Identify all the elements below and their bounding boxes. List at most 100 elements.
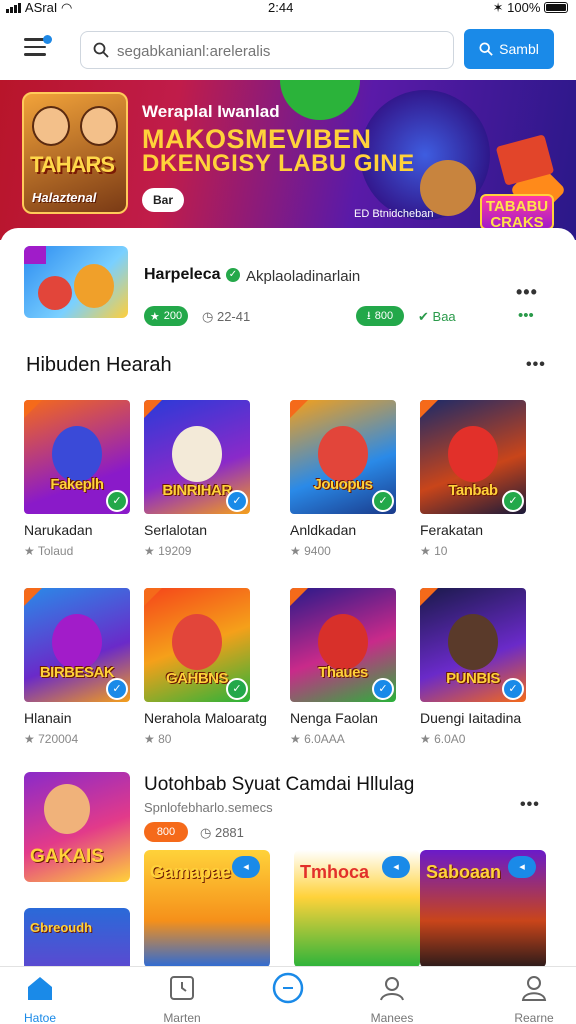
tab-label: Marten [163, 1011, 201, 1024]
more-icon[interactable]: ••• [516, 282, 538, 303]
tag-corner [420, 588, 438, 606]
banner-game-art: TAHARS Halaztenal [22, 92, 128, 214]
character-art [52, 426, 102, 482]
game-card[interactable]: Jouopus ✓ Anldkadan ★ 9400 [290, 400, 396, 558]
game-card[interactable]: BINRIHAR ✓ Serlalotan ★ 19209 [144, 400, 250, 558]
search-button-icon [479, 42, 493, 56]
star-icon: ★ [149, 310, 160, 323]
banner-cta-button[interactable]: Bar [142, 188, 184, 212]
character-face [32, 106, 70, 146]
character-art [318, 426, 368, 482]
game-stat: ★ 10 [420, 544, 526, 558]
collection-game-card[interactable]: Tmhoca ◂ [294, 850, 420, 968]
character-face [44, 784, 90, 834]
game-thumbnail[interactable]: BINRIHAR ✓ [144, 400, 250, 514]
game-stat-value: 19209 [158, 544, 192, 558]
promo-banner[interactable]: TAHARS Halaztenal Weraplal Iwanlad MAKOS… [0, 80, 576, 240]
game-card[interactable]: PUNBIS ✓ Duengi Iaitadina ★ 6.0A0 [420, 588, 526, 746]
game-thumbnail[interactable]: Fakeplh ✓ [24, 400, 130, 514]
clock-icon: ◷ [202, 309, 214, 324]
game-card[interactable]: Thaues ✓ Nenga Faolan ★ 6.0AAA [290, 588, 396, 746]
profile-icon [521, 976, 547, 1001]
clock-icon: ◷ [200, 825, 212, 840]
star-icon: ★ [420, 544, 435, 558]
collection-game-title: Saboaan [426, 862, 502, 882]
character-bear [74, 264, 114, 308]
collection-meta: ◷ 2881 [200, 825, 244, 841]
character-art [318, 614, 368, 670]
game-stat-value: 6.0A0 [434, 732, 466, 746]
tag-corner [24, 588, 42, 606]
collection-pill-value: 800 [156, 826, 176, 838]
banner-headline-2: DKENGISY LABU GINE [142, 150, 415, 177]
game-stat: ★ 720004 [24, 732, 130, 746]
more-green-icon[interactable]: ••• [518, 307, 534, 324]
status-left: ASraI ◠ [6, 0, 72, 16]
search-button-label: Sambl [499, 41, 539, 57]
collection-thumbnail[interactable]: GAKAIS [24, 772, 130, 882]
game-name: Nenga Faolan [290, 710, 378, 726]
game-stat-value: 80 [158, 732, 172, 746]
star-icon: ★ [290, 732, 305, 746]
search-bar[interactable] [80, 31, 454, 69]
tab-center[interactable] [248, 972, 328, 1011]
game-stat-value: 720004 [38, 732, 79, 746]
section-more-icon[interactable]: ••• [526, 356, 546, 374]
game-card[interactable]: Fakeplh ✓ Narukadan ★ Tolaud [24, 400, 130, 558]
game-thumbnail[interactable]: Jouopus ✓ [290, 400, 396, 514]
tag-corner [24, 400, 42, 418]
downloads-pill: ⭳ 800 [356, 306, 404, 326]
downloads-pill-value: 800 [374, 310, 394, 322]
tab-rearne[interactable]: Rearne [494, 973, 574, 1024]
search-button[interactable]: Sambl [464, 29, 554, 69]
collection-game-card[interactable]: Saboaan ◂ [420, 850, 546, 968]
tab-label: Rearne [514, 1011, 554, 1024]
tag-corner [420, 400, 438, 418]
featured-item[interactable]: Harpeleca ✓ Akplaoladinarlain ••• ★ 200 ◷… [0, 244, 576, 334]
star-icon: ★ [24, 544, 38, 558]
bluetooth-icon: ✶ [492, 0, 504, 15]
game-thumbnail[interactable]: PUNBIS ✓ [420, 588, 526, 702]
play-icon[interactable]: ◂ [508, 856, 536, 878]
game-card[interactable]: Tanbab ✓ Ferakatan ★ 10 [420, 400, 526, 558]
person-icon [380, 977, 404, 1001]
banner-logo: TABABU CRAKS [480, 194, 554, 231]
collection-meta-value: 2881 [214, 825, 244, 840]
featured-thumbnail[interactable] [24, 246, 128, 318]
collection-game-title: Gamapae [150, 862, 232, 882]
tab-marten[interactable]: Marten [142, 973, 222, 1024]
rating-pill-value: 200 [163, 310, 183, 322]
game-name: Serlalotan [144, 522, 208, 538]
play-icon[interactable]: ◂ [382, 856, 410, 878]
game-card[interactable]: GAHBNS ✓ Nerahola Maloaratg ★ 80 [144, 588, 267, 746]
content-sheet: Harpeleca ✓ Akplaoladinarlain ••• ★ 200 ◷… [0, 228, 576, 1024]
verified-icon: ✓ [106, 490, 128, 512]
search-input[interactable] [117, 40, 437, 62]
game-stat-value: 6.0AAA [304, 732, 345, 746]
play-icon[interactable]: ◂ [232, 856, 260, 878]
app-header: Sambl [0, 24, 576, 76]
menu-button[interactable] [24, 35, 52, 60]
banner-decor-green [280, 80, 360, 120]
game-thumbnail[interactable]: Thaues ✓ [290, 588, 396, 702]
tab-manees[interactable]: Manees [352, 973, 432, 1024]
game-thumbnail[interactable]: BIRBESAK ✓ [24, 588, 130, 702]
featured-meta: ◷ 22-41 [202, 309, 250, 325]
character-art [52, 614, 102, 670]
character-art [448, 614, 498, 670]
game-thumbnail[interactable]: GAHBNS ✓ [144, 588, 250, 702]
featured-title: Harpeleca [144, 266, 221, 283]
featured-check-meta: ✔ Baa [418, 309, 456, 325]
game-thumbnail[interactable]: Tanbab ✓ [420, 400, 526, 514]
status-right: ✶ 100% [493, 0, 568, 16]
app-screen: ASraI ◠ 2:44 ✶ 100% Sambl [0, 0, 576, 1024]
banner-art-title: TAHARS [30, 152, 115, 177]
tab-home[interactable]: Hatoe [0, 973, 80, 1024]
banner-art-subtitle: Halaztenal [32, 190, 97, 205]
game-card[interactable]: BIRBESAK ✓ Hlanain ★ 720004 [24, 588, 130, 746]
tag-corner [144, 400, 162, 418]
collection-game-card[interactable]: Gamapae ◂ [144, 850, 270, 968]
bottom-tab-bar: Hatoe Marten Manees Rearne [0, 966, 576, 1024]
clock: 2:44 [268, 0, 294, 15]
collection-more-icon[interactable]: ••• [520, 796, 540, 814]
